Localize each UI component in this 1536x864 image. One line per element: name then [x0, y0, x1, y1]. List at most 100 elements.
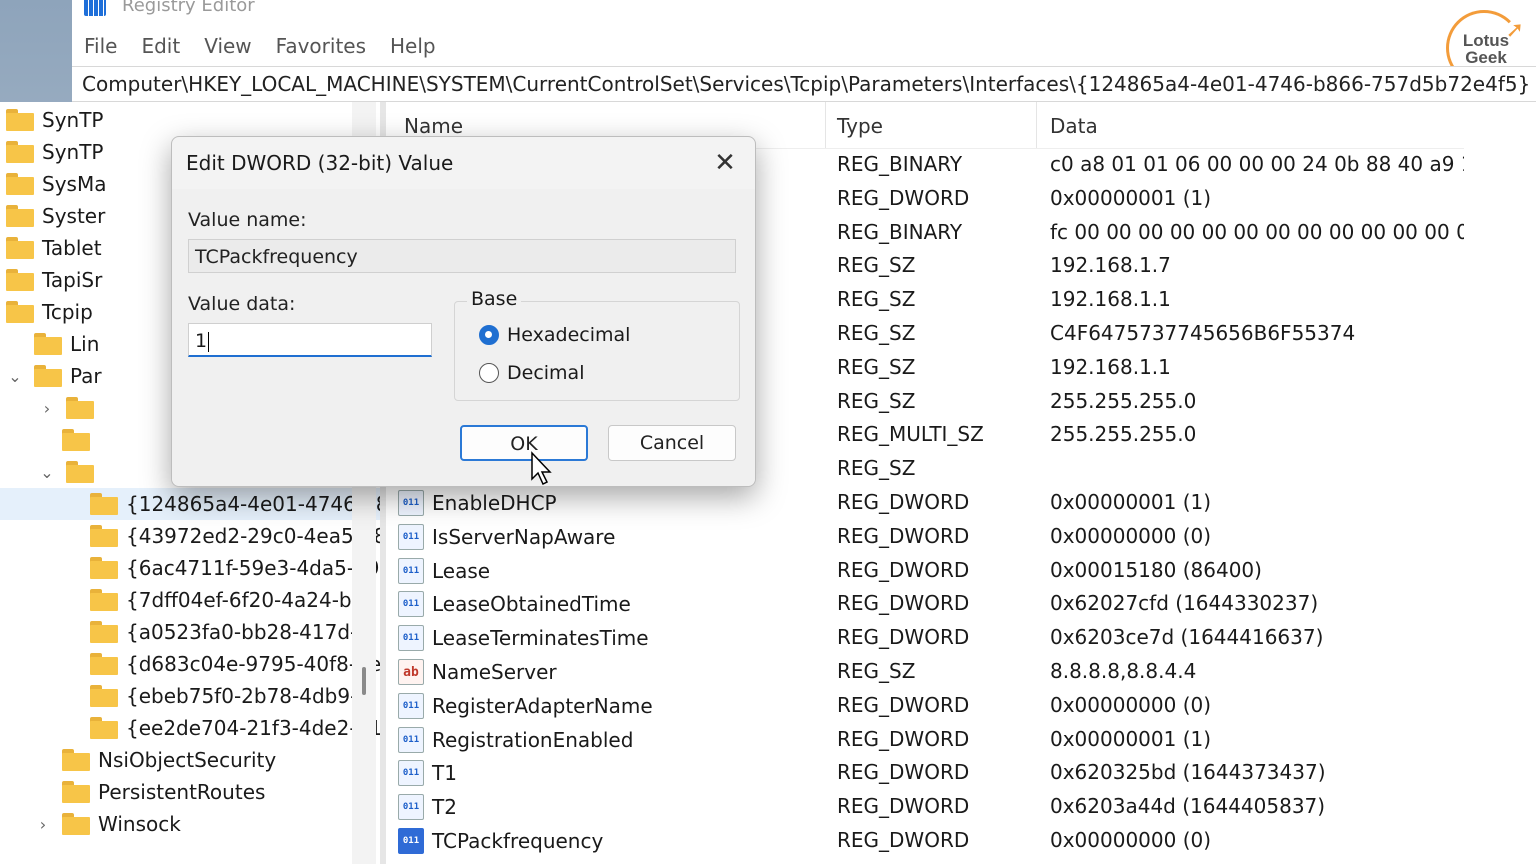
list-row[interactable]: 011 RegisterAdapterName REG_DWORD 0x0000000… [388, 689, 1464, 723]
value-type-cell: REG_MULTI_SZ [837, 422, 984, 447]
list-row[interactable]: 011 RegistrationEnabled REG_DWORD 0x0000000… [388, 723, 1464, 757]
tree-item-label: {a0523fa0-bb28-417d-9 [126, 620, 370, 644]
value-name-text: LeaseObtainedTime [432, 592, 631, 617]
list-row[interactable]: 011 T2 REG_DWORD 0x6203a44d (1644405837) [388, 790, 1464, 824]
list-row[interactable]: 011 EnableDHCP REG_DWORD 0x00000001 (1) [388, 486, 1464, 520]
tree-item-label: SynTP [42, 108, 104, 132]
value-name-text: Lease [432, 558, 491, 583]
chevron-right-icon[interactable]: › [34, 815, 52, 834]
list-row[interactable]: 011 IsServerNapAware REG_DWORD 0x00000000 (… [388, 520, 1464, 554]
folder-icon [90, 621, 118, 643]
folder-icon [62, 813, 90, 835]
value-type-cell: REG_DWORD [837, 625, 970, 650]
decimal-radio[interactable] [479, 363, 499, 383]
decimal-option[interactable]: Decimal [479, 362, 584, 384]
value-name-cell: 011 LeaseTerminatesTime [398, 625, 649, 652]
chevron-down-icon[interactable]: ⌄ [6, 367, 24, 386]
value-data-input[interactable]: 1 [188, 323, 432, 357]
tree-item[interactable]: {d683c04e-9795-40f8-8e [0, 648, 380, 680]
list-row[interactable]: 011 T1 REG_DWORD 0x620325bd (1644373437) [388, 756, 1464, 790]
ok-button[interactable]: OK [460, 425, 588, 461]
menu-favorites[interactable]: Favorites [264, 30, 378, 62]
string-value-icon: ab [398, 659, 424, 685]
list-row[interactable]: 011 LeaseObtainedTime REG_DWORD 0x62027cfd … [388, 587, 1464, 621]
binary-value-icon: 011 [398, 760, 424, 787]
tree-item-label: {6ac4711f-59e3-4da5-b9 [126, 556, 380, 580]
value-type-cell: REG_DWORD [837, 490, 970, 514]
value-name-label: Value name: [188, 209, 307, 231]
address-bar[interactable]: Computer\HKEY_LOCAL_MACHINE\SYSTEM\Curre… [72, 66, 1536, 102]
value-data-text: 1 [195, 330, 208, 352]
column-type-header[interactable]: Type [837, 114, 883, 138]
folder-icon [90, 493, 118, 515]
value-name-cell: 011 T2 [398, 794, 457, 821]
value-data-cell: 8.8.8.8,8.8.4.4 [1050, 659, 1197, 683]
menu-edit[interactable]: Edit [129, 30, 192, 62]
tree-item[interactable]: {ebeb75f0-2b78-4db9-a [0, 680, 380, 712]
base-group-label: Base [467, 288, 522, 310]
close-icon[interactable]: ✕ [705, 143, 745, 183]
folder-icon [6, 173, 34, 195]
value-type-cell: REG_DWORD [837, 760, 970, 785]
folder-icon [34, 333, 62, 355]
chevron-right-icon[interactable]: › [38, 399, 56, 418]
value-name-field[interactable]: TCPackfrequency [188, 239, 736, 273]
tree-item-label: SynTP [42, 140, 104, 164]
value-type-cell: REG_SZ [837, 354, 916, 379]
list-row[interactable]: 011 Lease REG_DWORD 0x00015180 (86400) [388, 554, 1464, 588]
tree-item[interactable]: {43972ed2-29c0-4ea5-88 [0, 520, 380, 552]
menu-help[interactable]: Help [378, 30, 448, 62]
tree-item[interactable]: › Winsock [0, 808, 380, 840]
hexadecimal-option[interactable]: Hexadecimal [479, 324, 630, 346]
binary-value-icon: 011 [398, 557, 424, 584]
chevron-down-icon[interactable]: ⌄ [38, 463, 56, 482]
window-title: Registry Editor [122, 0, 255, 16]
column-name-header[interactable]: Name [404, 114, 463, 138]
value-data-label: Value data: [188, 293, 296, 315]
tree-item[interactable]: {ee2de704-21f3-4de2-81 [0, 712, 380, 744]
value-name-text: TCPackfrequency [432, 829, 604, 853]
menu-view[interactable]: View [192, 30, 263, 62]
list-row[interactable]: ab NameServer REG_SZ 8.8.8.8,8.8.4.4 [388, 655, 1464, 689]
binary-value-icon: 011 [398, 591, 424, 618]
value-type-cell: REG_BINARY [837, 219, 963, 244]
value-data-cell: 0x00000000 (0) [1050, 692, 1212, 717]
hexadecimal-radio[interactable] [479, 325, 499, 345]
tree-item-label: Tablet [42, 236, 102, 260]
folder-icon [90, 589, 118, 611]
column-separator[interactable] [1036, 102, 1037, 148]
tree-item[interactable]: SynTP [0, 104, 358, 136]
folder-icon [90, 525, 118, 547]
value-type-cell: REG_SZ [837, 287, 916, 312]
column-data-header[interactable]: Data [1050, 114, 1098, 138]
value-name-cell: ab NameServer [398, 659, 557, 685]
folder-icon [6, 141, 34, 163]
column-separator[interactable] [825, 102, 826, 148]
tree-item[interactable]: NsiObjectSecurity [0, 744, 380, 776]
folder-icon [62, 781, 90, 803]
value-data-cell: 0x00000001 (1) [1050, 185, 1212, 210]
dialog-body: Value name: TCPackfrequency Value data: … [172, 189, 755, 486]
value-data-cell: 0x6203ce7d (1644416637) [1050, 625, 1324, 650]
value-data-cell: 0x00000001 (1) [1050, 726, 1212, 751]
title-bar: Registry Editor [72, 0, 1536, 18]
value-name-cell: 011 EnableDHCP [398, 490, 557, 516]
cancel-button[interactable]: Cancel [608, 425, 736, 461]
tree-item[interactable]: PersistentRoutes [0, 776, 380, 808]
tree-item-label: {d683c04e-9795-40f8-8e [126, 652, 380, 676]
tree-item-label: {124865a4-4e01-4746-b8 [126, 492, 380, 516]
value-name-text: IsServerNapAware [432, 524, 616, 549]
tree-scrollbar-thumb[interactable] [362, 667, 366, 695]
tree-item[interactable]: {124865a4-4e01-4746-b8 [0, 488, 380, 520]
folder-icon [6, 205, 34, 227]
tree-item[interactable]: {a0523fa0-bb28-417d-9 [0, 616, 380, 648]
tree-item[interactable]: {6ac4711f-59e3-4da5-b9 [0, 552, 380, 584]
tree-item[interactable]: {7dff04ef-6f20-4a24-bf2 [0, 584, 380, 616]
folder-icon [66, 397, 94, 419]
folder-icon [34, 365, 62, 387]
menu-file[interactable]: File [72, 30, 129, 62]
list-row[interactable]: 011 LeaseTerminatesTime REG_DWORD 0x6203ce7… [388, 621, 1464, 655]
list-row[interactable]: 011 TCPackfrequency REG_DWORD 0x00000000 (0… [388, 824, 1464, 858]
folder-icon [90, 717, 118, 739]
value-type-cell: REG_BINARY [837, 152, 963, 176]
